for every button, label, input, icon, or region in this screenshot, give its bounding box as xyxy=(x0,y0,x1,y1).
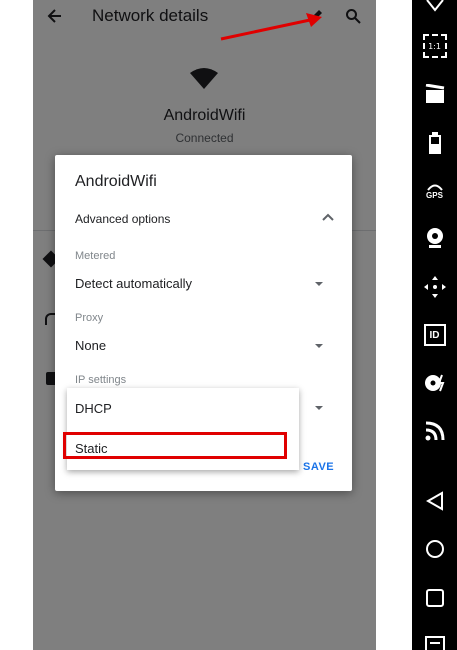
fit-screen-1-1-icon[interactable]: 1:1 xyxy=(412,32,457,60)
dialog-title: AndroidWifi xyxy=(75,173,157,190)
phone-screen: Network details AndroidWifi Connected An… xyxy=(33,0,376,650)
overview-square-icon[interactable] xyxy=(412,586,457,610)
advanced-options-toggle[interactable]: Advanced options xyxy=(75,212,170,226)
dropdown-arrow-icon[interactable] xyxy=(315,344,323,348)
option-dhcp[interactable]: DHCP xyxy=(75,401,112,416)
id-icon[interactable]: ID xyxy=(412,322,457,348)
proxy-label: Proxy xyxy=(75,312,104,324)
ip-settings-label: IP settings xyxy=(75,374,127,386)
webcam-icon[interactable] xyxy=(412,226,457,250)
move-arrows-icon[interactable] xyxy=(412,275,457,299)
proxy-select[interactable]: None xyxy=(75,338,106,353)
metered-select[interactable]: Detect automatically xyxy=(75,276,192,291)
disc-flash-icon[interactable] xyxy=(412,371,457,395)
notes-icon[interactable] xyxy=(412,636,457,650)
fit-label: 1:1 xyxy=(428,41,441,51)
gps-label: GPS xyxy=(426,190,443,200)
rss-icon[interactable] xyxy=(412,419,457,443)
annotation-arrow xyxy=(218,7,328,43)
chevron-up-icon[interactable] xyxy=(322,213,334,221)
dropdown-arrow-icon[interactable] xyxy=(315,406,323,410)
left-margin xyxy=(0,0,33,650)
highlight-box xyxy=(63,432,287,459)
gps-icon[interactable]: GPS xyxy=(412,178,457,204)
id-label: ID xyxy=(429,329,440,341)
dropdown-arrow-icon[interactable] xyxy=(315,282,323,286)
tag-icon[interactable] xyxy=(412,0,457,14)
back-triangle-icon[interactable] xyxy=(412,489,457,513)
right-margin xyxy=(376,0,412,650)
metered-label: Metered xyxy=(75,250,116,262)
save-button[interactable]: SAVE xyxy=(303,461,334,473)
clapperboard-icon[interactable] xyxy=(412,82,457,106)
home-circle-icon[interactable] xyxy=(412,537,457,561)
battery-icon[interactable] xyxy=(412,130,457,156)
